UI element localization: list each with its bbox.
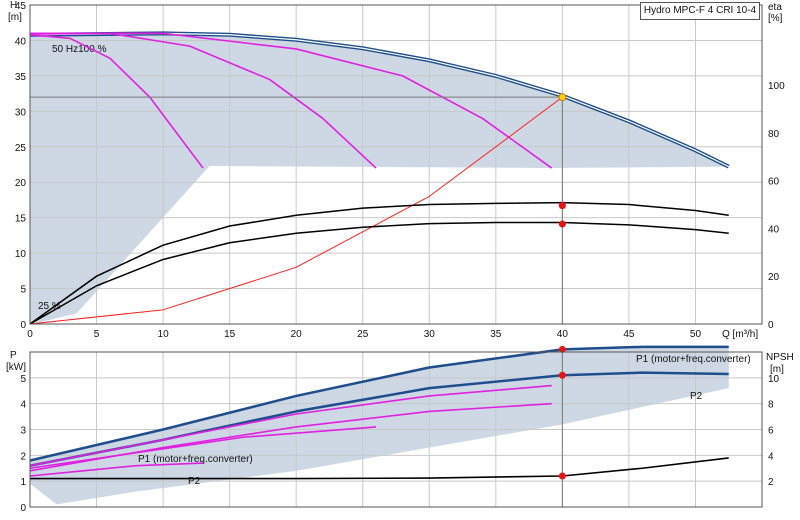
p1-label-right: P1 (motor+freq.converter) [636, 354, 751, 365]
x-tick-label: 30 [424, 329, 436, 340]
y2-tick-label: 8 [768, 400, 774, 411]
x-tick-label: 20 [291, 329, 303, 340]
efficiency-marker [558, 202, 566, 210]
y2-tick-label: 4 [768, 451, 774, 462]
y-tick-label: 2 [20, 451, 26, 462]
power-marker [558, 371, 566, 379]
y-tick-label: 1 [20, 477, 26, 488]
y2-tick-label: 20 [768, 272, 780, 283]
power-npsh-panel: 0 1 2 3 4 5 2 4 6 8 10 P[kW] NPSH[m] P1 (motor+freq.c… [6, 345, 794, 514]
x-tick-label: 15 [224, 329, 236, 340]
y-axis-unit: [m] [8, 12, 22, 23]
y2-tick-label: 80 [768, 129, 780, 140]
y2-axis-unit: [m] [770, 364, 784, 375]
y2-tick-label: 100 [768, 81, 785, 92]
y2-tick-label: 0 [768, 320, 774, 331]
head-efficiency-panel: 0 5 10 15 20 25 30 35 40 45 5005101520253035404502… [8, 0, 785, 340]
y-axis-label: H [10, 0, 17, 11]
y2-axis-label: eta [768, 2, 782, 13]
efficiency-marker [558, 220, 566, 228]
x-tick-label: 10 [158, 329, 170, 340]
x-tick-label: 45 [623, 329, 635, 340]
y-axis-unit: [kW] [6, 362, 26, 373]
x-axis-label: Q [m³/h] [722, 329, 758, 340]
x-tick-label: 25 [357, 329, 369, 340]
y2-tick-label: 60 [768, 177, 780, 188]
x-tick-label: 50 [690, 329, 702, 340]
y-tick-label: 40 [15, 36, 27, 47]
y-tick-label: 0 [20, 503, 26, 514]
y-tick-label: 20 [15, 178, 27, 189]
y2-tick-label: 6 [768, 426, 774, 437]
y-tick-label: 35 [15, 72, 27, 83]
duty-point-marker [558, 93, 567, 102]
y-tick-label: 4 [20, 400, 26, 411]
y2-axis-unit: [%] [768, 13, 783, 24]
y-tick-label: 30 [15, 107, 27, 118]
y-axis-label: P [10, 350, 17, 361]
x-tick-label: 0 [27, 329, 33, 340]
x-tick-label: 35 [490, 329, 502, 340]
y-tick-label: 10 [15, 249, 27, 260]
y2-tick-label: 40 [768, 224, 780, 235]
y2-tick-label: 2 [768, 477, 774, 488]
p2-label-right: P2 [690, 391, 703, 402]
chart-title: Hydro MPC-F 4 CRI 10-4 [640, 2, 760, 20]
y-tick-label: 15 [15, 214, 27, 225]
y2-tick-label: 10 [768, 374, 780, 385]
x-tick-label: 5 [94, 329, 100, 340]
y-tick-label: 5 [20, 285, 26, 296]
pump-curve-chart: 0 5 10 15 20 25 30 35 40 45 5005101520253035404502… [6, 0, 794, 514]
y-tick-label: 25 [15, 143, 27, 154]
power-marker [558, 472, 566, 480]
y2-axis-label: NPSH [766, 352, 794, 363]
y-tick-label: 3 [20, 426, 26, 437]
p2-label-left: P2 [188, 476, 201, 487]
y-tick-label: 0 [20, 320, 26, 331]
x-tick-label: 40 [557, 329, 569, 340]
y-tick-label: 5 [20, 374, 26, 385]
